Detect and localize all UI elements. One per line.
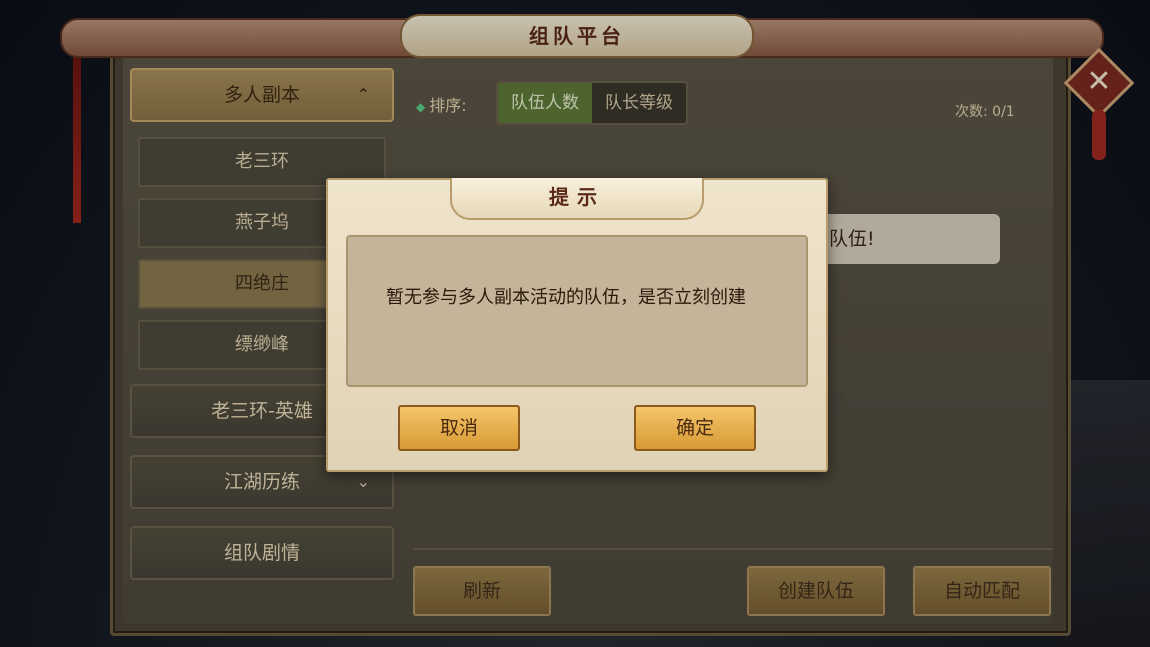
- dialog-title: 提示: [450, 178, 704, 220]
- dialog-body: 暂无参与多人副本活动的队伍，是否立刻创建: [346, 235, 808, 387]
- confirm-button[interactable]: 确定: [634, 405, 756, 451]
- prompt-dialog: 提示 暂无参与多人副本活动的队伍，是否立刻创建 取消 确定: [326, 178, 828, 472]
- cancel-button[interactable]: 取消: [398, 405, 520, 451]
- dialog-message: 暂无参与多人副本活动的队伍，是否立刻创建: [386, 287, 746, 308]
